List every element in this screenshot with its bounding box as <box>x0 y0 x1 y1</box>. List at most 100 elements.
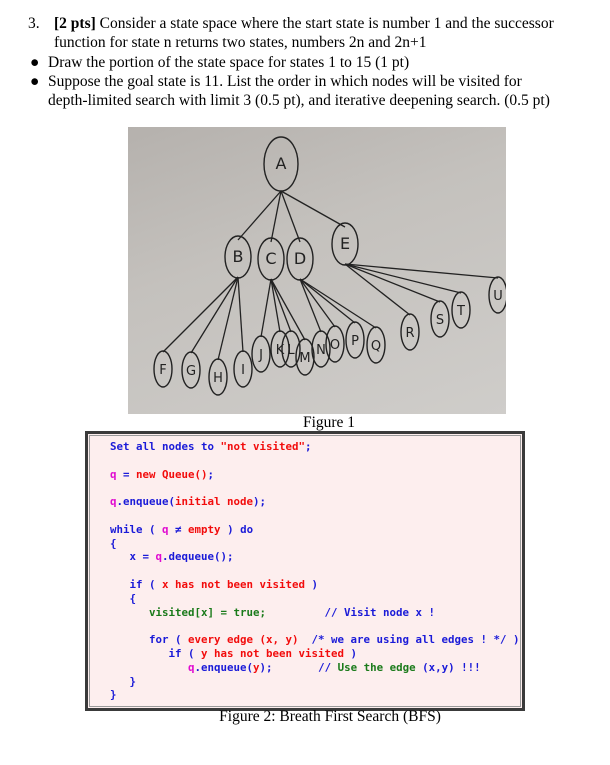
code-line: visited[x] = true; // Visit node x ! <box>110 606 435 620</box>
code-token: x has not been visited <box>162 578 306 591</box>
code-token: ) do <box>220 522 254 536</box>
tree-node-label: S <box>436 313 444 328</box>
tree-edge <box>344 263 499 279</box>
code-token: ≠ <box>168 522 189 536</box>
tree-edge <box>190 276 239 354</box>
tree-node-label: T <box>456 304 465 319</box>
code-token: { <box>110 591 137 605</box>
tree-node-label: O <box>330 338 340 353</box>
code-line: for ( every edge (x, y) /* we are using … <box>110 633 520 647</box>
code-token: { <box>110 536 117 550</box>
code-token: .enqueue( <box>116 495 176 509</box>
tree-drawing: A B C D E F G H IJ K LMN O P Q R ST U <box>153 136 508 396</box>
tree-node-label: R <box>405 326 414 341</box>
code-token: if ( <box>110 578 163 591</box>
code-token: visited[x] = true; <box>110 605 267 619</box>
tree-edge <box>344 263 462 294</box>
code-line: { <box>110 537 117 551</box>
code-line: q.enqueue(initial node); <box>110 495 266 509</box>
code-line: while ( q ≠ empty ) do <box>110 523 253 537</box>
code-token: every edge (x, y) <box>188 633 299 647</box>
tree-node-label: B <box>233 247 244 266</box>
question-text: Consider a state space where the start s… <box>95 15 554 32</box>
bfs-code-block: Set all nodes to "not visited"; q = new Q… <box>85 431 525 711</box>
code-token: q <box>110 660 195 674</box>
code-token: initial node <box>175 495 254 509</box>
code-token: (x,y) !!! <box>415 660 481 674</box>
code-token: Use the edge <box>337 660 416 674</box>
tree-node-label: K <box>276 343 285 358</box>
code-line: if ( y has not been visited ) <box>110 647 358 661</box>
tree-edge <box>299 278 377 329</box>
code-token: ) <box>305 578 319 591</box>
figure-1-caption: Figure 1 <box>302 414 356 431</box>
tree-node-label: E <box>340 234 350 253</box>
code-line: } <box>110 674 137 689</box>
code-token: x = <box>110 550 156 564</box>
tree-edge <box>260 278 272 338</box>
tree-edge <box>162 276 239 353</box>
code-token: ); <box>259 660 273 674</box>
tree-photo: A B CD E F G H IJKLMNOPQ R ST U <box>128 127 508 414</box>
code-token: .enqueue( <box>194 660 254 674</box>
code-line: if ( x has not been visited ) <box>110 578 319 592</box>
code-token: } <box>110 674 137 688</box>
code-line: q = new Queue(); <box>110 468 214 482</box>
code-token: // <box>272 660 338 674</box>
code-token: Set all nodes to <box>110 440 221 453</box>
bullet-text: Suppose the goal state is 11. List the o… <box>48 73 522 90</box>
tree-edge <box>270 278 292 333</box>
tree-edge <box>217 276 239 361</box>
code-token: for ( <box>110 633 189 647</box>
question-number: 3. <box>28 15 40 32</box>
bullet-icon: ● <box>30 54 40 71</box>
tree-node-label: J <box>258 348 263 363</box>
bullet-icon: ● <box>30 73 40 90</box>
question-line-2: function for state n returns two states,… <box>54 34 427 51</box>
tree-node-label: F <box>159 363 166 378</box>
code-line: x = q.dequeue(); <box>110 550 234 564</box>
code-token: /* we are using all edges ! */ ) <box>298 633 520 647</box>
tree-node-label: H <box>213 371 223 386</box>
tree-edge <box>344 263 441 303</box>
tree-node-label: M <box>299 351 310 366</box>
bullet-text: Draw the portion of the state space for … <box>48 54 410 71</box>
question-line-1: [2 pts] Consider a state space where the… <box>54 14 610 33</box>
tree-edge <box>280 190 346 228</box>
code-line: q.enqueue(y); // Use the edge (x,y) !!! <box>110 661 481 675</box>
code-token: "not visited" <box>220 440 306 453</box>
code-token: ; <box>305 440 312 453</box>
code-token: ; <box>207 467 215 481</box>
figure-2-caption: Figure 2: Breath First Search (BFS) <box>219 708 441 725</box>
tree-node-label: G <box>186 364 196 379</box>
tree-node-label: I <box>241 363 245 378</box>
code-token: // Visit node x ! <box>266 605 436 619</box>
code-line: Set all nodes to "not visited"; <box>110 440 312 454</box>
code-token: empty <box>188 522 221 536</box>
code-token: while ( <box>110 522 163 536</box>
tree-node-label: P <box>351 334 359 349</box>
tree-node-label: N <box>316 343 326 358</box>
tree-node-label: Q <box>371 339 381 354</box>
code-token: new Queue() <box>136 467 208 481</box>
code-token: } <box>110 688 117 702</box>
tree-edge <box>280 190 301 243</box>
tree-edge <box>270 190 282 243</box>
code-line: } <box>110 688 117 702</box>
tree-node-label: C <box>265 249 276 268</box>
code-token: if ( <box>110 647 202 660</box>
code-token: ); <box>253 495 267 509</box>
code-token: y has not been visited <box>201 647 345 660</box>
bullet-text: depth-limited search with limit 3 (0.5 p… <box>48 92 550 109</box>
tree-node-label: U <box>493 289 503 304</box>
tree-edge <box>237 276 244 353</box>
tree-node-label: A <box>276 154 287 173</box>
tree-edge <box>237 190 282 241</box>
code-token: ) <box>344 647 358 660</box>
tree-node-label: D <box>294 249 306 268</box>
code-line: { <box>110 591 137 606</box>
question-points: [2 pts] <box>54 15 96 32</box>
code-token: = <box>116 467 137 481</box>
code-token: .dequeue(); <box>162 550 234 564</box>
tree-node-label: L <box>287 343 295 358</box>
